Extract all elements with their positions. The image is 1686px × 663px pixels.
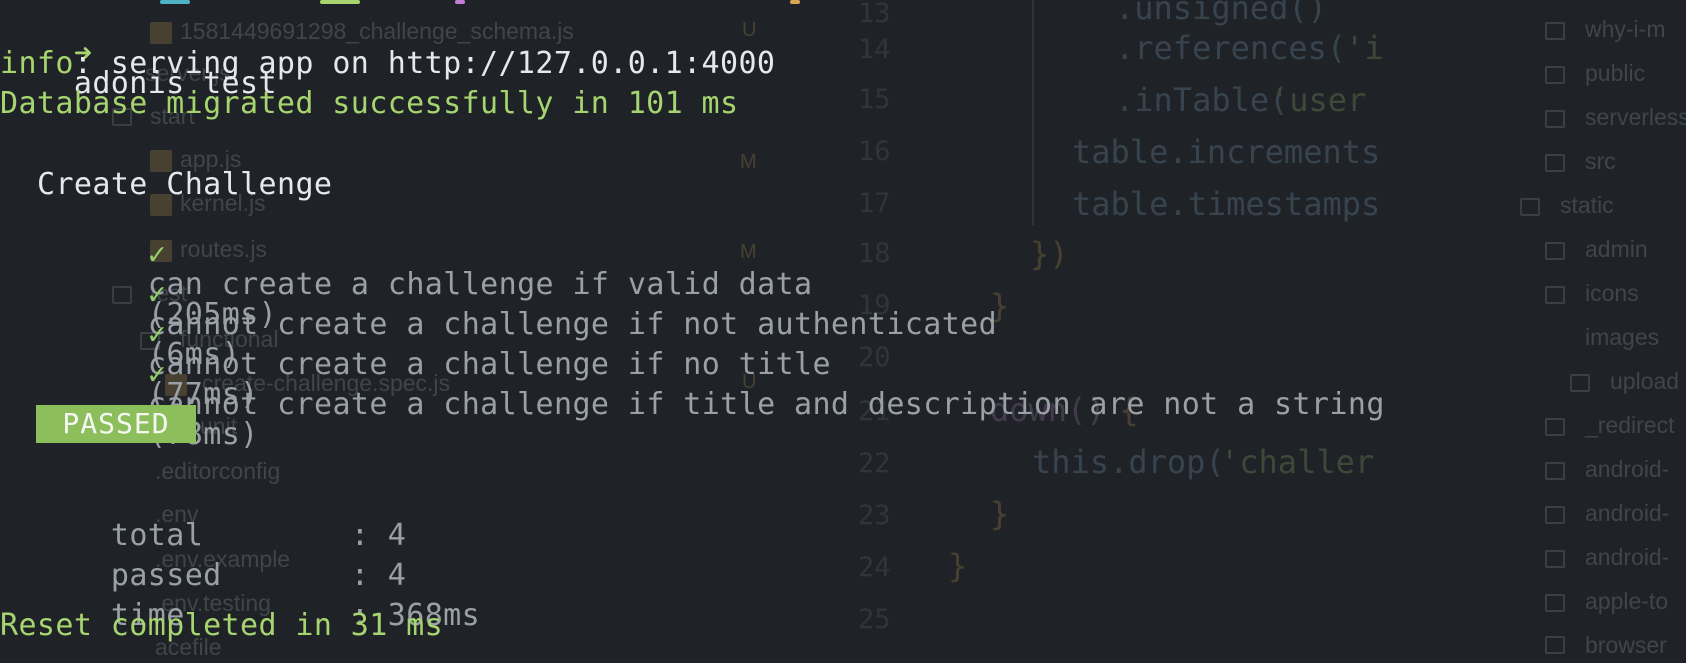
info-prefix: info: [0, 46, 74, 81]
test-name: cannot create a challenge if title and d…: [147, 387, 1385, 422]
terminal-output[interactable]: ➜ adonis test info: serving app on http:…: [0, 0, 1686, 648]
reset-message: Reset completed in 31 ms: [0, 608, 444, 643]
info-line: info: serving app on http://127.0.0.1:40…: [0, 49, 775, 79]
previous-prompt-strip: [0, 0, 800, 6]
passed-status-badge: PASSED: [36, 405, 196, 443]
suite-title: Create Challenge: [37, 167, 333, 202]
info-message: : serving app on http://127.0.0.1:4000: [73, 46, 776, 81]
db-migrated-message: Database migrated successfully in 101 ms: [0, 86, 739, 121]
test-result-row: ✓ cannot create a challenge if title and…: [74, 330, 1385, 480]
